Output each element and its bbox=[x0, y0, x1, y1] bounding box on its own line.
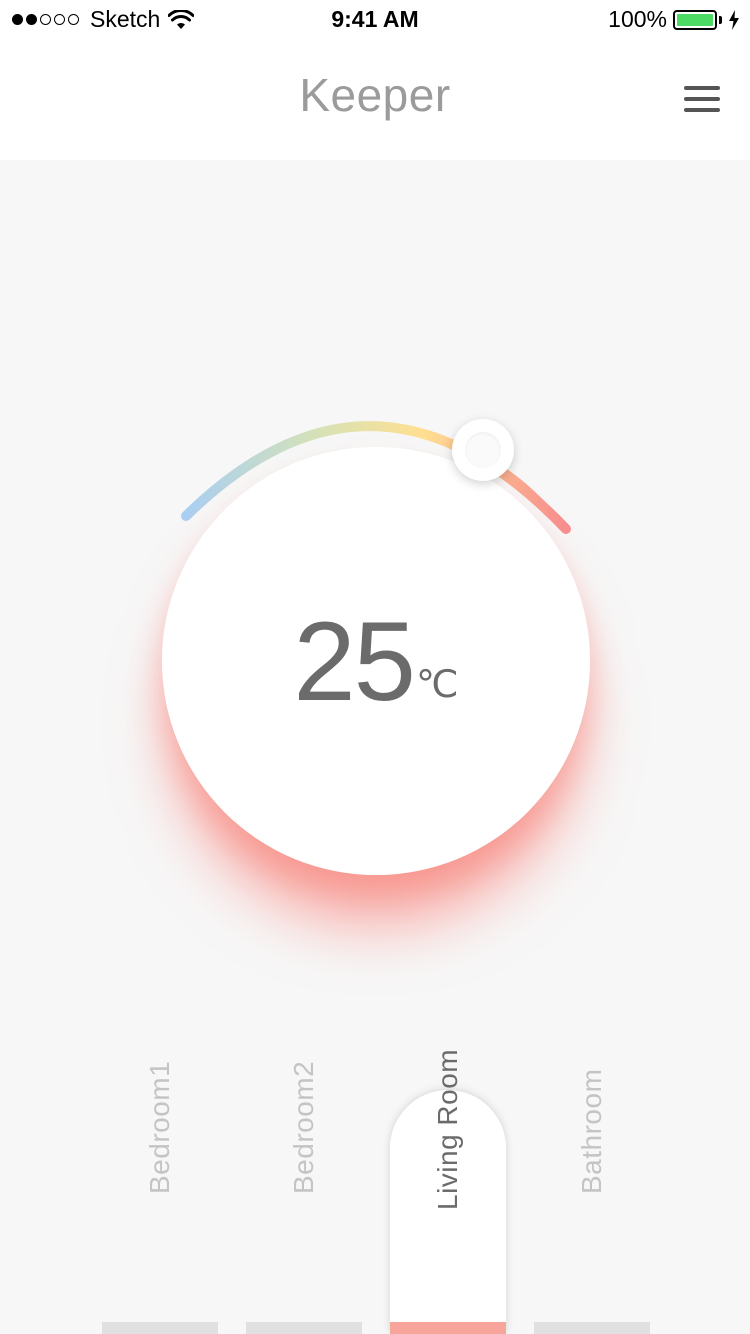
app-title: Keeper bbox=[299, 69, 451, 121]
temperature-display: 25 ℃ bbox=[162, 447, 590, 875]
battery-icon bbox=[673, 9, 717, 30]
hamburger-menu-icon-line bbox=[684, 97, 720, 101]
charging-bolt-icon bbox=[729, 9, 739, 30]
nav-bar: Keeper bbox=[0, 40, 750, 160]
status-right: 100% bbox=[608, 6, 740, 33]
thermostat: 25 ℃ bbox=[0, 160, 750, 1060]
temperature-knob[interactable] bbox=[452, 419, 514, 481]
room-tab-living-room[interactable]: Living Room bbox=[390, 1049, 506, 1334]
temperature-dial[interactable]: 25 ℃ bbox=[162, 447, 590, 875]
knob-center bbox=[465, 432, 501, 468]
room-tab-bar bbox=[102, 1322, 218, 1334]
room-tab-label: Bathroom bbox=[576, 1068, 607, 1194]
battery-percent: 100% bbox=[608, 6, 667, 32]
hamburger-menu-icon-line bbox=[684, 86, 720, 90]
menu-button[interactable] bbox=[684, 82, 720, 116]
room-tab-bar bbox=[534, 1322, 650, 1334]
room-selector: Bedroom1 Bedroom2 Living Room Bathroom bbox=[0, 1049, 750, 1334]
battery-nub bbox=[719, 15, 722, 24]
status-bar: Sketch 9:41 AM 100% bbox=[0, 0, 750, 40]
room-tab-bedroom1[interactable]: Bedroom1 bbox=[102, 1061, 218, 1334]
room-tab-label: Bedroom2 bbox=[288, 1060, 319, 1194]
temperature-unit: ℃ bbox=[415, 663, 459, 706]
room-tab-bathroom[interactable]: Bathroom bbox=[534, 1069, 650, 1334]
room-tab-bedroom2[interactable]: Bedroom2 bbox=[246, 1061, 362, 1334]
room-tab-label: Bedroom1 bbox=[144, 1060, 175, 1194]
hamburger-menu-icon-line bbox=[684, 108, 720, 112]
battery-fill bbox=[677, 13, 713, 26]
room-tab-label: Living Room bbox=[432, 1048, 463, 1210]
temperature-value: 25 bbox=[293, 598, 416, 724]
room-tab-bar bbox=[390, 1322, 506, 1334]
room-tab-bar bbox=[246, 1322, 362, 1334]
